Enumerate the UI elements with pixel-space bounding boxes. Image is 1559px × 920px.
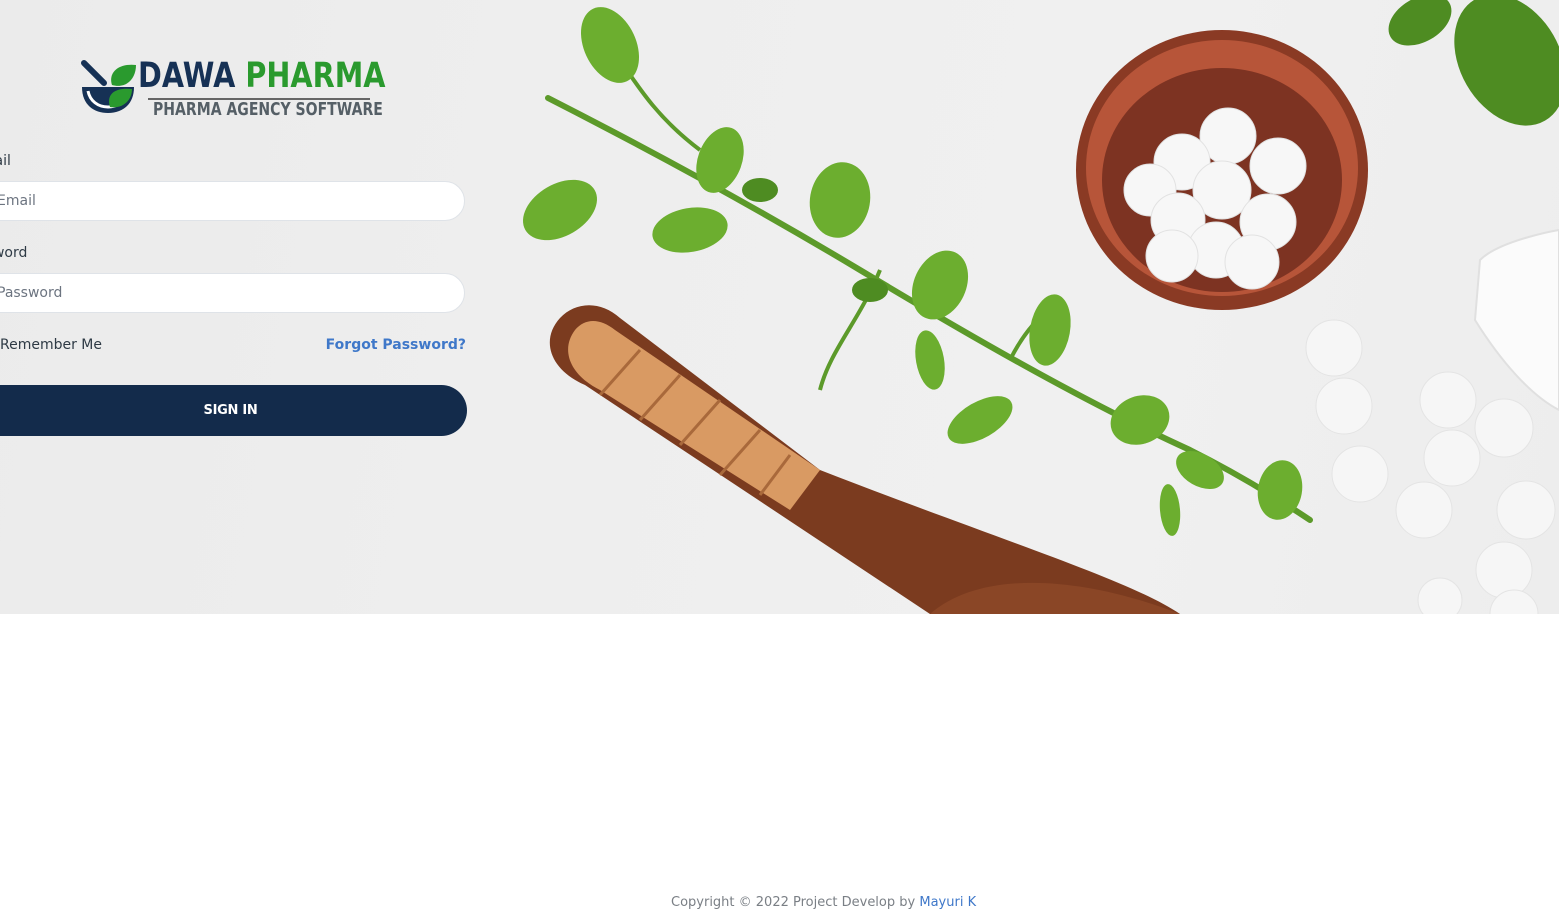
sign-in-button[interactable]: SIGN IN: [0, 385, 467, 436]
footer: Copyright © 2022 Project Develop by Mayu…: [671, 894, 976, 912]
password-field[interactable]: [0, 273, 465, 313]
brand-name-part2: PHARMA: [245, 56, 386, 96]
remember-me-checkbox[interactable]: Remember Me: [0, 336, 102, 354]
brand-logo: DAWA PHARMA PHARMA AGENCY SOFTWARE: [78, 55, 385, 127]
email-field[interactable]: [0, 181, 465, 221]
footer-author-link[interactable]: Mayuri K: [919, 895, 976, 910]
mortar-pestle-leaf-icon: [81, 60, 136, 113]
footer-copyright: Copyright © 2022 Project Develop by: [671, 895, 916, 910]
hero-banner: DAWA PHARMA PHARMA AGENCY SOFTWARE Email…: [0, 0, 1559, 614]
remember-me-label: Remember Me: [0, 337, 102, 353]
email-label: Email: [0, 153, 11, 169]
brand-name: DAWA PHARMA: [138, 55, 385, 97]
brand-tagline: PHARMA AGENCY SOFTWARE: [153, 99, 383, 120]
brand-name-part1: DAWA: [138, 56, 236, 96]
forgot-password-link[interactable]: Forgot Password?: [326, 336, 466, 354]
password-label: Password: [0, 245, 28, 261]
